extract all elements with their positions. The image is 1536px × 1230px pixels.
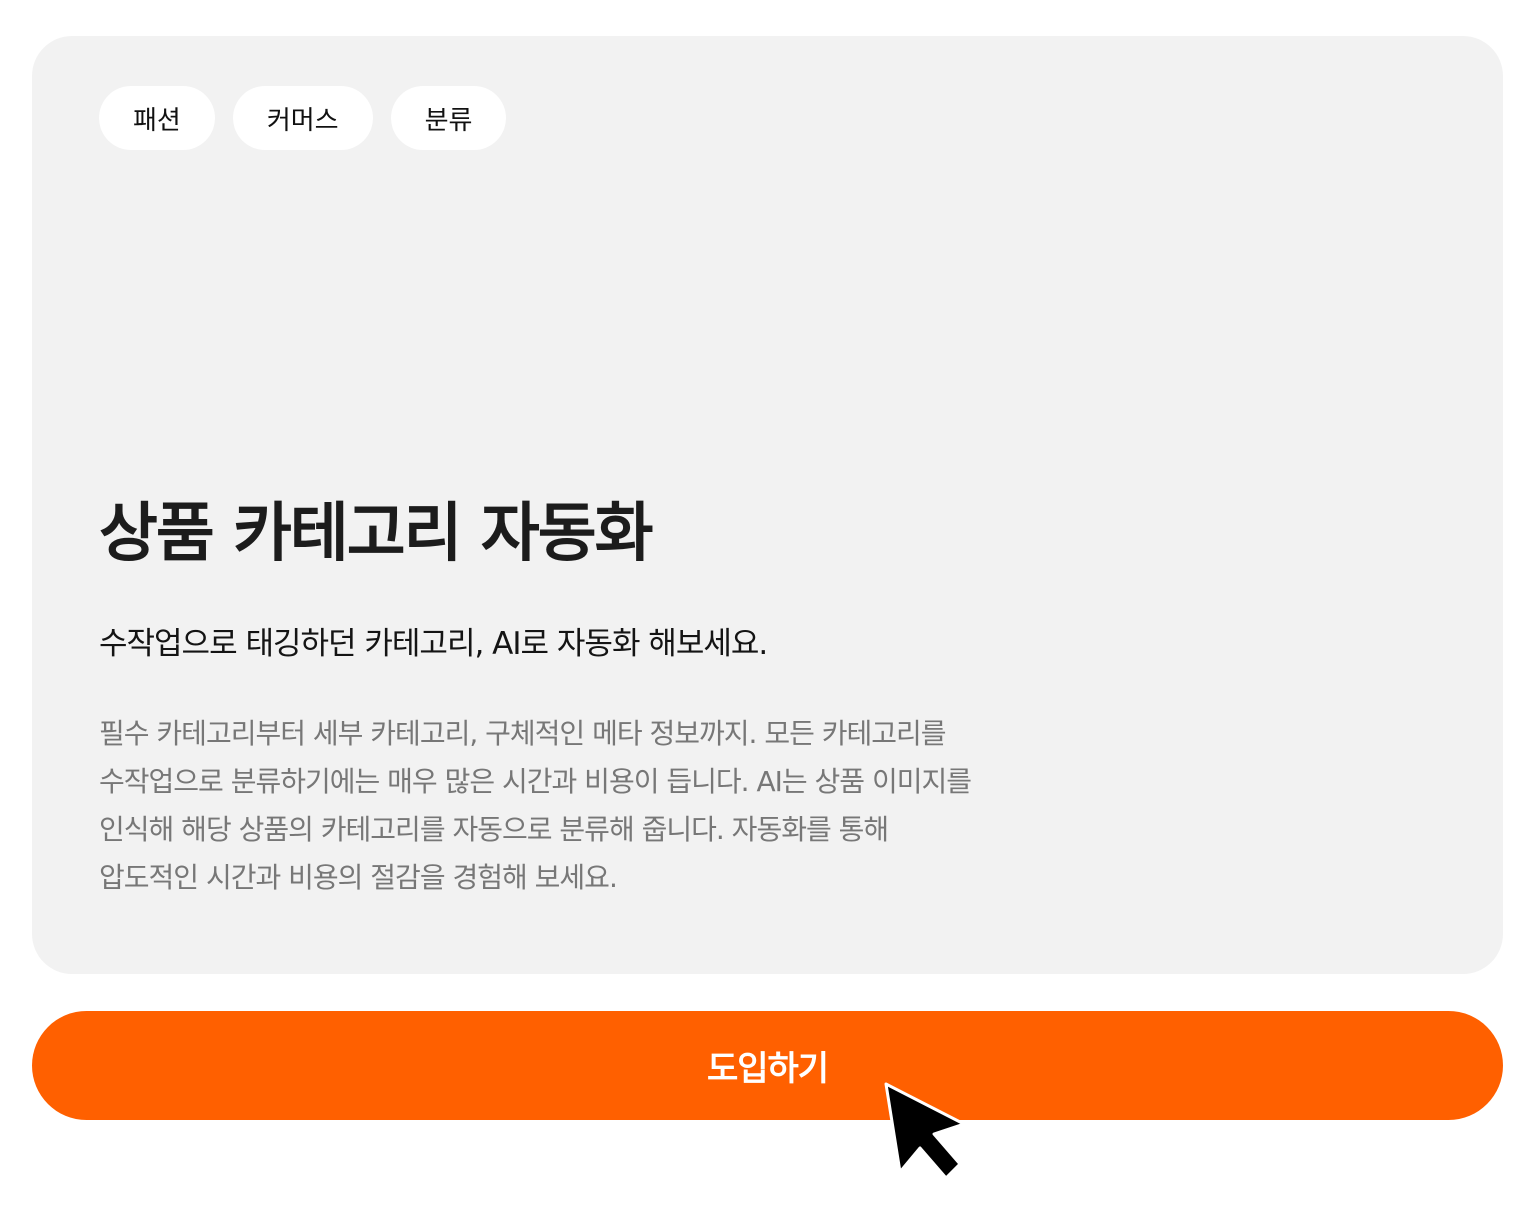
card-subtitle: 수작업으로 태깅하던 카테고리, AI로 자동화 해보세요. xyxy=(99,626,768,662)
tag-classification[interactable]: 분류 xyxy=(390,86,507,150)
description-line: 수작업으로 분류하기에는 매우 많은 시간과 비용이 듭니다. AI는 상품 이… xyxy=(99,765,972,798)
description-line: 인식해 해당 상품의 카테고리를 자동으로 분류해 줍니다. 자동화를 통해 xyxy=(99,813,889,846)
tag-commerce[interactable]: 커머스 xyxy=(232,86,373,150)
description-line: 압도적인 시간과 비용의 절감을 경험해 보세요. xyxy=(99,861,618,894)
mouse-pointer-icon xyxy=(884,1082,966,1180)
product-card: 패션 커머스 분류 상품 카테고리 자동화 수작업으로 태깅하던 카테고리, A… xyxy=(32,36,1503,974)
card-description: 필수 카테고리부터 세부 카테고리, 구체적인 메타 정보까지. 모든 카테고리… xyxy=(99,710,1109,902)
tag-fashion[interactable]: 패션 xyxy=(99,86,215,150)
description-line: 필수 카테고리부터 세부 카테고리, 구체적인 메타 정보까지. 모든 카테고리… xyxy=(99,717,947,750)
tag-list: 패션 커머스 분류 xyxy=(99,86,507,150)
card-title: 상품 카테고리 자동화 xyxy=(99,497,653,571)
adopt-button[interactable]: 도입하기 xyxy=(32,1011,1503,1120)
